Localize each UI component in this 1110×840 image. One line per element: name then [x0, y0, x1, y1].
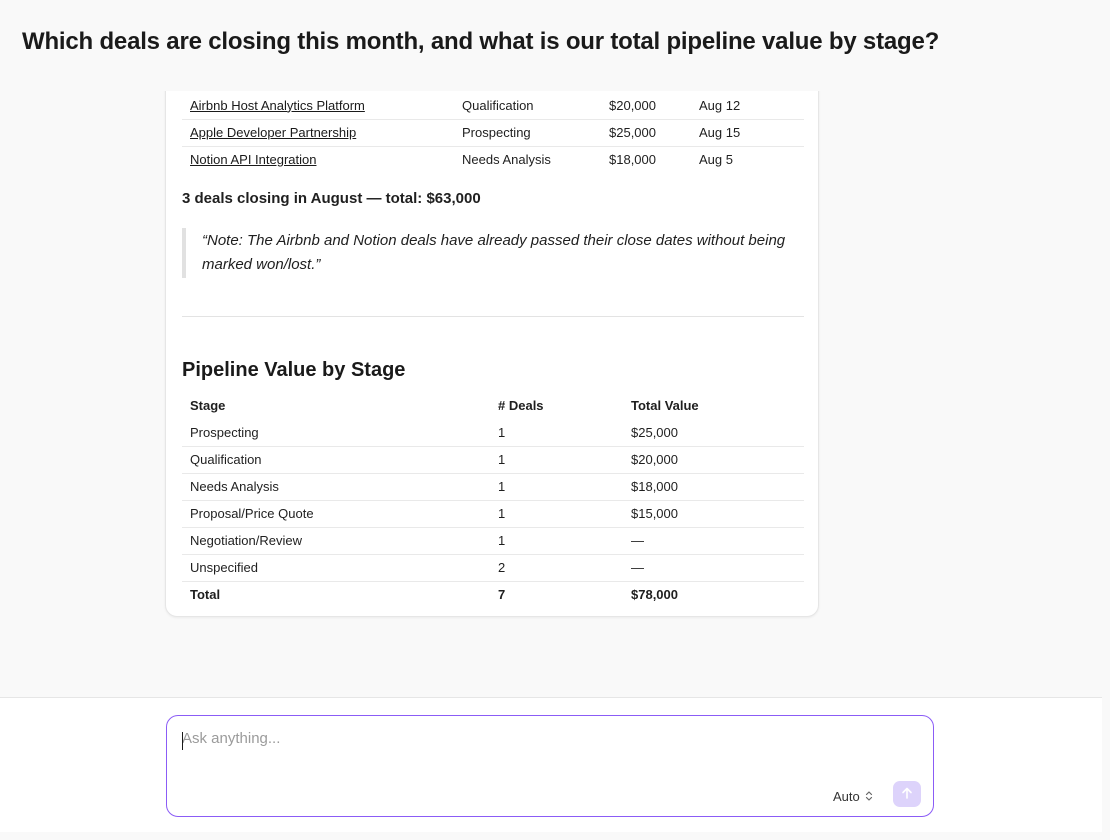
total-value-cell: $18,000 — [631, 479, 678, 494]
table-total-row: Total 7 $78,000 — [182, 581, 804, 608]
message-composer[interactable]: Auto — [166, 715, 934, 817]
mode-label: Auto — [833, 788, 860, 804]
deal-link[interactable]: Airbnb Host Analytics Platform — [190, 98, 365, 113]
deal-close-cell: Aug 15 — [699, 125, 741, 140]
deal-close-cell: Aug 12 — [699, 97, 741, 113]
deal-name-cell[interactable]: Airbnb Host Analytics Platform — [182, 92, 454, 119]
deal-stage-cell: Prospecting — [462, 125, 531, 140]
total-value-cell: $20,000 — [631, 452, 678, 467]
total-value-cell: — — [631, 533, 644, 548]
conversation-scroll-area[interactable]: Airbnb Host Analytics Platform Qualifica… — [0, 91, 1110, 697]
text-caret — [182, 732, 183, 750]
deal-close-cell: Aug 5 — [699, 152, 733, 168]
page-title: Which deals are closing this month, and … — [22, 28, 940, 55]
table-row: Unspecified 2 — — [182, 554, 804, 581]
pipeline-by-stage-table: Stage # Deals Total Value Prospecting 1 … — [182, 392, 804, 608]
assistant-response-card: Airbnb Host Analytics Platform Qualifica… — [165, 91, 819, 617]
total-count-cell: 7 — [498, 587, 506, 603]
note-blockquote: “Note: The Airbnb and Notion deals have … — [182, 228, 804, 278]
mode-selector[interactable]: Auto — [833, 786, 873, 806]
deal-value-cell: $25,000 — [609, 125, 656, 140]
table-row: Prospecting 1 $25,000 — [182, 419, 804, 446]
table-row: Notion API Integration Needs Analysis $1… — [182, 146, 804, 173]
deal-link[interactable]: Notion API Integration — [190, 152, 316, 167]
deal-count-cell: 1 — [498, 424, 506, 440]
table-row: Qualification 1 $20,000 — [182, 446, 804, 473]
deal-count-cell: 1 — [498, 506, 506, 521]
deal-count-cell: 1 — [498, 533, 506, 548]
composer-bar: Auto — [0, 697, 1102, 832]
total-value-cell: $25,000 — [631, 424, 678, 440]
column-header-value: Total Value — [631, 398, 699, 413]
closing-deals-table: Airbnb Host Analytics Platform Qualifica… — [182, 92, 804, 173]
message-input[interactable] — [182, 730, 922, 770]
deal-link[interactable]: Apple Developer Partnership — [190, 125, 356, 140]
stage-cell: Unspecified — [190, 560, 258, 575]
stage-cell: Negotiation/Review — [190, 533, 303, 548]
table-row: Airbnb Host Analytics Platform Qualifica… — [182, 92, 804, 119]
total-value-cell: $15,000 — [631, 506, 678, 521]
chevron-up-down-icon — [865, 790, 873, 802]
deal-value-cell: $20,000 — [609, 97, 656, 113]
table-row: Negotiation/Review 1 — — [182, 527, 804, 554]
total-label-cell: Total — [190, 587, 221, 603]
total-value-cell: — — [631, 560, 644, 575]
stage-cell: Needs Analysis — [190, 479, 279, 494]
table-row: Needs Analysis 1 $18,000 — [182, 473, 804, 500]
pipeline-heading: Pipeline Value by Stage — [182, 359, 406, 381]
deal-count-cell: 1 — [498, 452, 506, 467]
column-header-stage: Stage — [190, 398, 226, 413]
stage-cell: Proposal/Price Quote — [190, 506, 314, 521]
deal-stage-cell: Qualification — [462, 97, 534, 113]
stage-cell: Prospecting — [190, 424, 259, 440]
deal-name-cell[interactable]: Apple Developer Partnership — [182, 119, 454, 146]
deal-name-cell[interactable]: Notion API Integration — [182, 146, 454, 173]
table-row: Proposal/Price Quote 1 $15,000 — [182, 500, 804, 527]
deal-stage-cell: Needs Analysis — [462, 152, 551, 168]
arrow-up-icon — [900, 786, 914, 803]
section-divider — [182, 316, 804, 317]
deal-count-cell: 1 — [498, 479, 506, 494]
deal-value-cell: $18,000 — [609, 152, 656, 168]
stage-cell: Qualification — [190, 452, 262, 467]
column-header-deals: # Deals — [498, 398, 544, 413]
send-button[interactable] — [893, 781, 921, 807]
closing-summary: 3 deals closing in August — total: $63,0… — [182, 190, 481, 207]
total-value-sum-cell: $78,000 — [631, 587, 678, 603]
deal-count-cell: 2 — [498, 560, 506, 575]
table-row: Apple Developer Partnership Prospecting … — [182, 119, 804, 146]
table-header-row: Stage # Deals Total Value — [182, 392, 804, 419]
